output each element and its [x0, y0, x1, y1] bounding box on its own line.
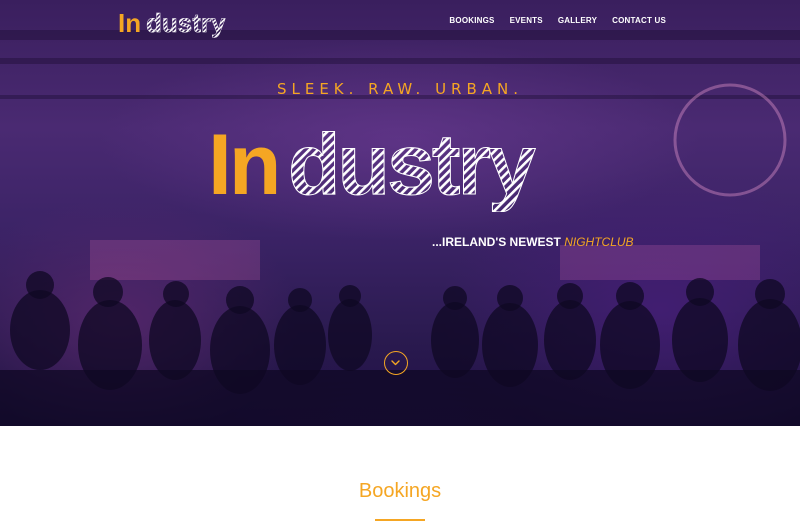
bookings-section-title: Bookings	[358, 480, 442, 502]
hero-section: In dustry BOOKINGS EVENTS GALLERY CONTAC…	[0, 0, 800, 426]
hero-logo: In dustry	[208, 122, 540, 212]
chevron-down-icon	[391, 360, 400, 366]
scroll-down-button[interactable]	[384, 351, 408, 375]
brand-logo[interactable]: In dustry	[118, 6, 228, 40]
nav-item-contact-us[interactable]: CONTACT US	[612, 16, 666, 25]
hero-logo-prefix: In	[208, 122, 278, 212]
brand-logo-prefix: In	[118, 8, 141, 38]
hero-subtitle-highlight: NIGHTCLUB	[564, 235, 634, 249]
hero-logo-suffix: dustry	[288, 122, 536, 212]
nav-item-events[interactable]: EVENTS	[510, 16, 543, 25]
section-title-divider	[375, 519, 425, 521]
main-nav: BOOKINGS EVENTS GALLERY CONTACT US	[449, 16, 666, 25]
hero-tagline: SLEEK. RAW. URBAN.	[276, 80, 524, 98]
hero-subtitle: ...IRELAND'S NEWEST NIGHTCLUB	[432, 235, 634, 249]
nav-item-bookings[interactable]: BOOKINGS	[449, 16, 494, 25]
nav-item-gallery[interactable]: GALLERY	[558, 16, 597, 25]
brand-logo-suffix: dustry	[146, 8, 226, 38]
hero-subtitle-text: ...IRELAND'S NEWEST	[432, 235, 565, 249]
